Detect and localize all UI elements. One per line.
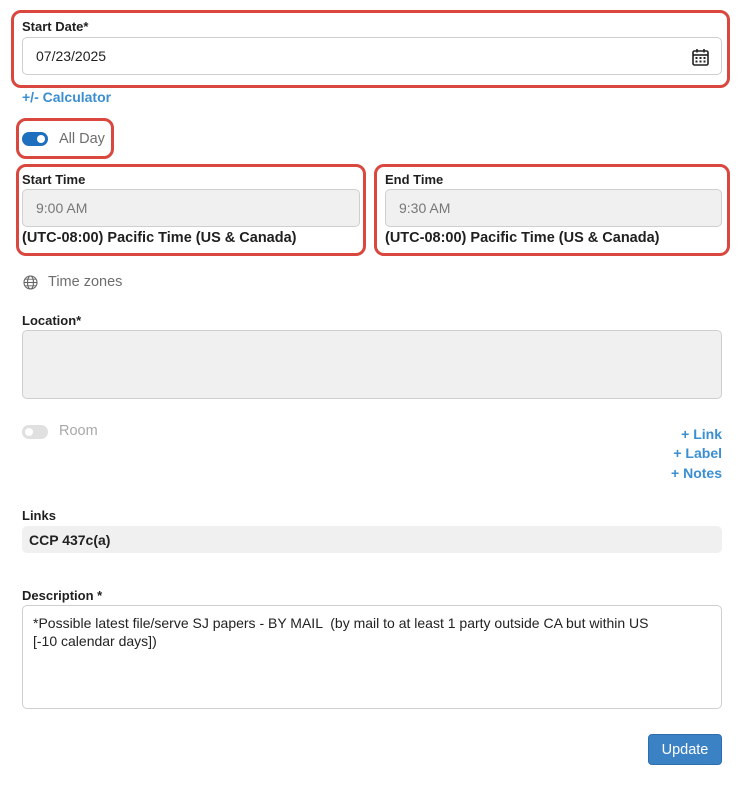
links-chip[interactable]: CCP 437c(a) xyxy=(22,526,722,553)
all-day-toggle[interactable] xyxy=(22,132,48,146)
all-day-label: All Day xyxy=(59,131,105,147)
location-label: Location* xyxy=(22,313,82,328)
room-label: Room xyxy=(59,423,98,439)
globe-icon xyxy=(23,275,38,295)
description-textarea[interactable]: *Possible latest file/serve SJ papers - … xyxy=(22,605,722,709)
description-label: Description * xyxy=(22,588,103,603)
description-line-1: *Possible latest file/serve SJ papers - … xyxy=(33,615,649,631)
add-notes-link[interactable]: + Notes xyxy=(671,465,722,481)
update-button[interactable]: Update xyxy=(648,734,722,765)
end-timezone-text: (UTC-08:00) Pacific Time (US & Canada) xyxy=(385,230,660,246)
description-line-2: [-10 calendar days]) xyxy=(33,633,157,649)
end-time-value: 9:30 AM xyxy=(399,200,451,216)
links-value: CCP 437c(a) xyxy=(29,531,111,548)
calendar-icon[interactable] xyxy=(692,48,709,69)
toggle-knob xyxy=(25,428,33,436)
toggle-knob xyxy=(37,135,45,143)
start-time-input[interactable]: 9:00 AM xyxy=(22,189,360,227)
location-input[interactable] xyxy=(22,330,722,399)
start-date-input[interactable]: 07/23/2025 xyxy=(22,37,722,75)
start-timezone-text: (UTC-08:00) Pacific Time (US & Canada) xyxy=(22,230,297,246)
start-time-label: Start Time xyxy=(22,172,86,187)
start-date-value: 07/23/2025 xyxy=(36,48,107,64)
links-label: Links xyxy=(22,508,56,523)
room-toggle[interactable] xyxy=(22,425,48,439)
add-label-link[interactable]: + Label xyxy=(673,445,722,461)
time-zones-link[interactable]: Time zones xyxy=(48,274,122,290)
end-time-input[interactable]: 9:30 AM xyxy=(385,189,722,227)
start-time-value: 9:00 AM xyxy=(36,200,88,216)
start-date-label: Start Date* xyxy=(22,19,89,34)
calculator-link[interactable]: +/- Calculator xyxy=(22,89,111,105)
add-link-link[interactable]: + Link xyxy=(681,426,722,442)
end-time-label: End Time xyxy=(385,172,444,187)
